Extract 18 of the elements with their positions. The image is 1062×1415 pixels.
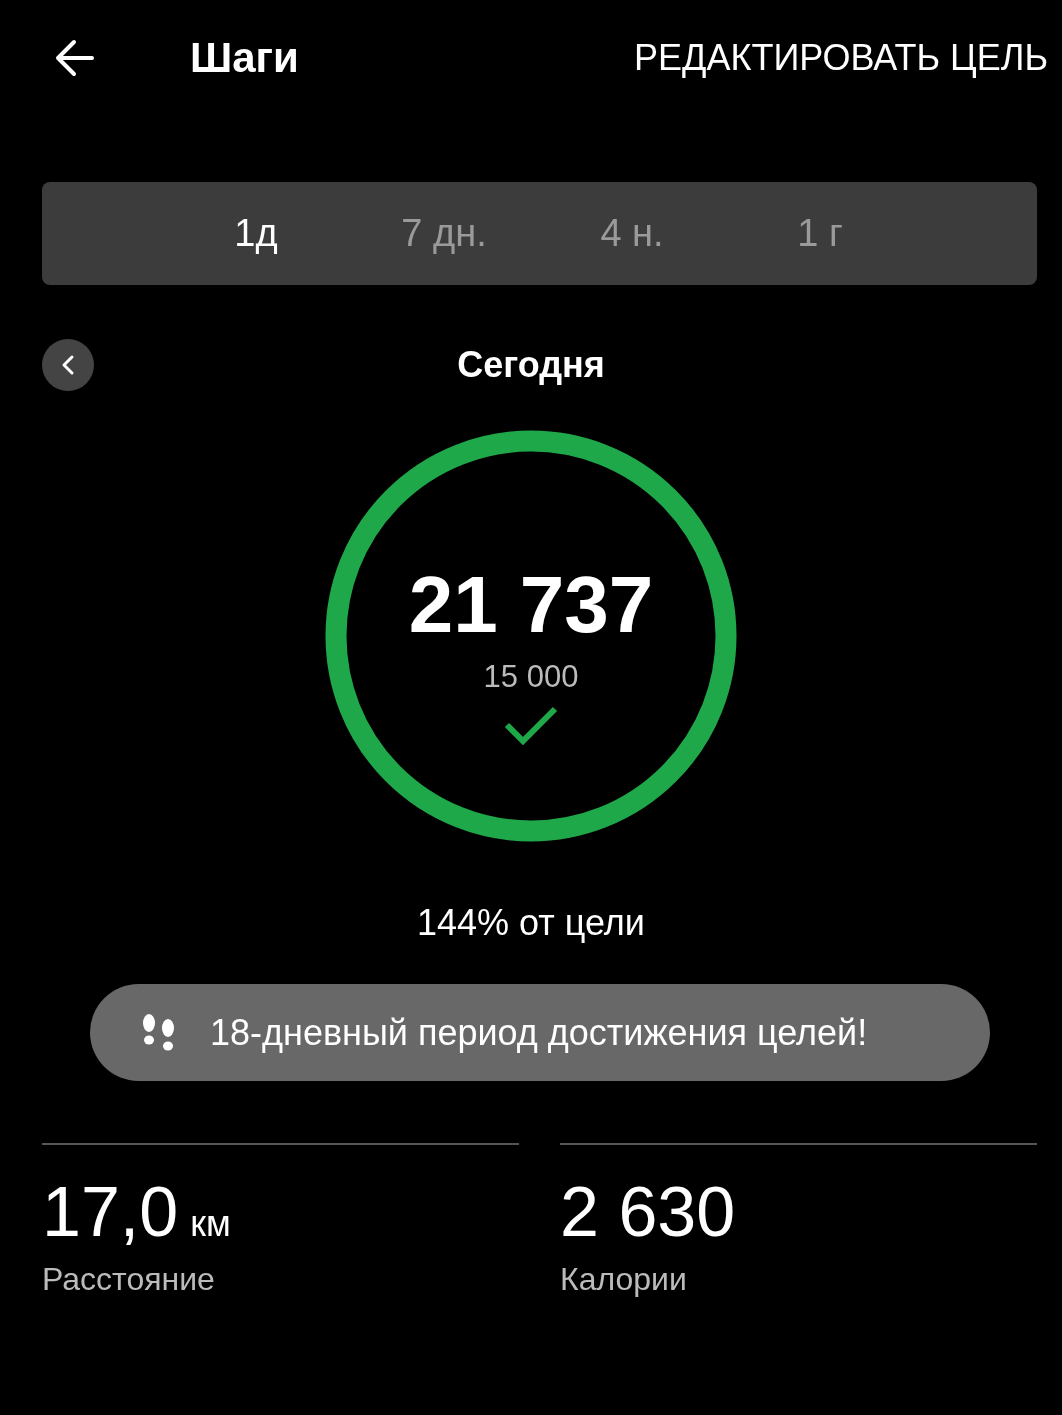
period-tab[interactable]: 7 дн. — [350, 204, 538, 263]
screen-title: Шаги — [190, 33, 299, 82]
edit-goal-button[interactable]: РЕДАКТИРОВАТЬ ЦЕЛЬ — [634, 36, 1048, 79]
stat-value: 17,0 — [42, 1177, 179, 1247]
streak-text: 18-дневный период достижения целей! — [210, 1011, 868, 1054]
period-tab[interactable]: 1д — [162, 204, 350, 263]
step-goal: 15 000 — [483, 659, 579, 695]
chevron-left-icon — [60, 354, 76, 376]
stat-unit: км — [190, 1203, 231, 1245]
date-label: Сегодня — [457, 344, 605, 386]
stat-value: 2 630 — [560, 1177, 736, 1247]
goal-percent-text: 144% от цели — [416, 902, 646, 944]
period-tab[interactable]: 4 н. — [538, 204, 726, 263]
step-count: 21 737 — [408, 565, 654, 645]
stat-label: Расстояние — [42, 1261, 216, 1298]
period-tab[interactable]: 1 г — [726, 204, 914, 263]
stat-label: Калории — [560, 1261, 688, 1298]
previous-button[interactable] — [42, 339, 94, 391]
